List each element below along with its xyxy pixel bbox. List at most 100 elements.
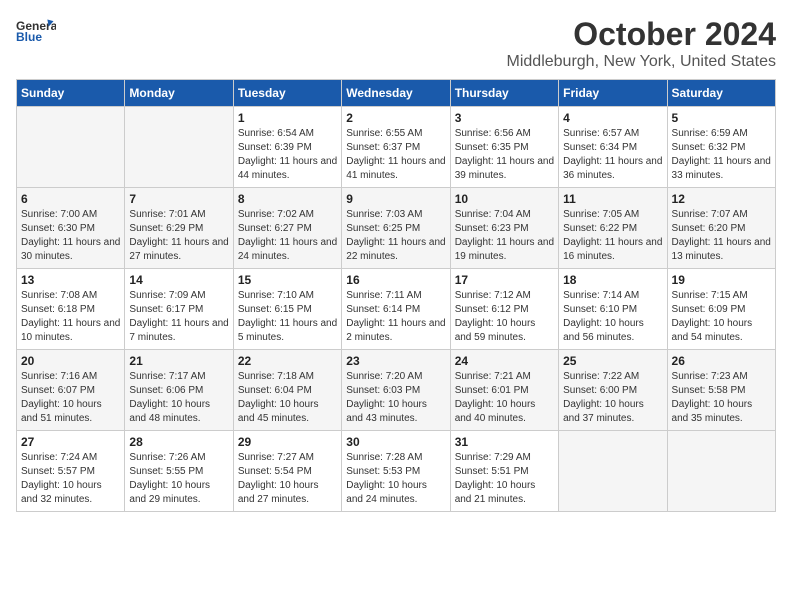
day-number: 6 (21, 192, 120, 206)
table-row (667, 431, 775, 512)
table-row: 18 Sunrise: 7:14 AM Sunset: 6:10 PM Dayli… (559, 269, 667, 350)
calendar-week-row: 6 Sunrise: 7:00 AM Sunset: 6:30 PM Daylig… (17, 188, 776, 269)
header-sunday: Sunday (17, 80, 125, 107)
table-row: 22 Sunrise: 7:18 AM Sunset: 6:04 PM Dayli… (233, 350, 341, 431)
logo-icon: General Blue (16, 16, 56, 46)
table-row: 4Sunrise: 6:57 AM Sunset: 6:34 PM Daylig… (559, 107, 667, 188)
day-info: Sunrise: 7:18 AM Sunset: 6:04 PM Dayligh… (238, 370, 337, 426)
table-row: 8 Sunrise: 7:02 AM Sunset: 6:27 PM Daylig… (233, 188, 341, 269)
day-info: Sunrise: 7:24 AM Sunset: 5:57 PM Dayligh… (21, 451, 120, 507)
weekday-header-row: Sunday Monday Tuesday Wednesday Thursday… (17, 80, 776, 107)
day-number: 21 (129, 354, 228, 368)
table-row: 23Sunrise: 7:20 AM Sunset: 6:03 PM Dayli… (342, 350, 450, 431)
day-info: Sunrise: 7:11 AM Sunset: 6:14 PM Dayligh… (346, 289, 445, 345)
day-info: Sunrise: 7:16 AM Sunset: 6:07 PM Dayligh… (21, 370, 120, 426)
day-number: 27 (21, 435, 120, 449)
table-row: 30 Sunrise: 7:28 AM Sunset: 5:53 PM Dayli… (342, 431, 450, 512)
day-number: 30 (346, 435, 445, 449)
day-info: Sunrise: 7:02 AM Sunset: 6:27 PM Dayligh… (238, 208, 337, 264)
day-number: 3 (455, 111, 554, 125)
day-number: 14 (129, 273, 228, 287)
day-number: 8 (238, 192, 337, 206)
day-info: Sunrise: 7:23 AM Sunset: 5:58 PM Dayligh… (672, 370, 771, 426)
table-row: 1 Sunrise: 6:54 AM Sunset: 6:39 PM Daylig… (233, 107, 341, 188)
header-monday: Monday (125, 80, 233, 107)
header-tuesday: Tuesday (233, 80, 341, 107)
day-number: 24 (455, 354, 554, 368)
table-row (125, 107, 233, 188)
day-number: 9 (346, 192, 445, 206)
day-info: Sunrise: 7:17 AM Sunset: 6:06 PM Dayligh… (129, 370, 228, 426)
day-number: 25 (563, 354, 662, 368)
calendar-location: Middleburgh, New York, United States (507, 53, 776, 71)
page-header: General Blue October 2024 Middleburgh, N… (16, 16, 776, 71)
day-info: Sunrise: 7:09 AM Sunset: 6:17 PM Dayligh… (129, 289, 228, 345)
day-number: 15 (238, 273, 337, 287)
calendar-title-area: October 2024 Middleburgh, New York, Unit… (507, 16, 776, 71)
day-number: 22 (238, 354, 337, 368)
logo: General Blue (16, 16, 56, 46)
day-info: Sunrise: 7:27 AM Sunset: 5:54 PM Dayligh… (238, 451, 337, 507)
day-info: Sunrise: 7:21 AM Sunset: 6:01 PM Dayligh… (455, 370, 554, 426)
day-info: Sunrise: 7:15 AM Sunset: 6:09 PM Dayligh… (672, 289, 771, 345)
table-row: 27 Sunrise: 7:24 AM Sunset: 5:57 PM Dayli… (17, 431, 125, 512)
day-info: Sunrise: 7:04 AM Sunset: 6:23 PM Dayligh… (455, 208, 554, 264)
table-row: 9 Sunrise: 7:03 AM Sunset: 6:25 PM Daylig… (342, 188, 450, 269)
calendar-week-row: 20 Sunrise: 7:16 AM Sunset: 6:07 PM Dayli… (17, 350, 776, 431)
day-number: 23 (346, 354, 445, 368)
table-row: 3 Sunrise: 6:56 AM Sunset: 6:35 PM Daylig… (450, 107, 558, 188)
table-row: 6 Sunrise: 7:00 AM Sunset: 6:30 PM Daylig… (17, 188, 125, 269)
header-wednesday: Wednesday (342, 80, 450, 107)
table-row: 5 Sunrise: 6:59 AM Sunset: 6:32 PM Daylig… (667, 107, 775, 188)
day-info: Sunrise: 7:14 AM Sunset: 6:10 PM Dayligh… (563, 289, 662, 345)
day-info: Sunrise: 7:00 AM Sunset: 6:30 PM Dayligh… (21, 208, 120, 264)
day-number: 20 (21, 354, 120, 368)
day-number: 1 (238, 111, 337, 125)
day-number: 29 (238, 435, 337, 449)
day-info: Sunrise: 7:12 AM Sunset: 6:12 PM Dayligh… (455, 289, 554, 345)
table-row: 26 Sunrise: 7:23 AM Sunset: 5:58 PM Dayli… (667, 350, 775, 431)
table-row (559, 431, 667, 512)
day-info: Sunrise: 6:56 AM Sunset: 6:35 PM Dayligh… (455, 127, 554, 183)
day-number: 18 (563, 273, 662, 287)
day-info: Sunrise: 7:01 AM Sunset: 6:29 PM Dayligh… (129, 208, 228, 264)
calendar-week-row: 27 Sunrise: 7:24 AM Sunset: 5:57 PM Dayli… (17, 431, 776, 512)
calendar-week-row: 13Sunrise: 7:08 AM Sunset: 6:18 PM Dayli… (17, 269, 776, 350)
day-info: Sunrise: 7:08 AM Sunset: 6:18 PM Dayligh… (21, 289, 120, 345)
day-info: Sunrise: 6:59 AM Sunset: 6:32 PM Dayligh… (672, 127, 771, 183)
day-number: 16 (346, 273, 445, 287)
day-number: 2 (346, 111, 445, 125)
day-info: Sunrise: 7:29 AM Sunset: 5:51 PM Dayligh… (455, 451, 554, 507)
day-number: 5 (672, 111, 771, 125)
svg-text:Blue: Blue (16, 30, 42, 44)
header-thursday: Thursday (450, 80, 558, 107)
day-info: Sunrise: 7:28 AM Sunset: 5:53 PM Dayligh… (346, 451, 445, 507)
table-row: 24 Sunrise: 7:21 AM Sunset: 6:01 PM Dayli… (450, 350, 558, 431)
day-number: 17 (455, 273, 554, 287)
day-info: Sunrise: 7:26 AM Sunset: 5:55 PM Dayligh… (129, 451, 228, 507)
day-number: 7 (129, 192, 228, 206)
table-row: 13Sunrise: 7:08 AM Sunset: 6:18 PM Dayli… (17, 269, 125, 350)
day-info: Sunrise: 6:54 AM Sunset: 6:39 PM Dayligh… (238, 127, 337, 183)
table-row (17, 107, 125, 188)
calendar-table: Sunday Monday Tuesday Wednesday Thursday… (16, 79, 776, 512)
day-info: Sunrise: 7:05 AM Sunset: 6:22 PM Dayligh… (563, 208, 662, 264)
table-row: 12Sunrise: 7:07 AM Sunset: 6:20 PM Dayli… (667, 188, 775, 269)
table-row: 29 Sunrise: 7:27 AM Sunset: 5:54 PM Dayli… (233, 431, 341, 512)
table-row: 16 Sunrise: 7:11 AM Sunset: 6:14 PM Dayli… (342, 269, 450, 350)
day-number: 26 (672, 354, 771, 368)
table-row: 28 Sunrise: 7:26 AM Sunset: 5:55 PM Dayli… (125, 431, 233, 512)
table-row: 17 Sunrise: 7:12 AM Sunset: 6:12 PM Dayli… (450, 269, 558, 350)
table-row: 2 Sunrise: 6:55 AM Sunset: 6:37 PM Daylig… (342, 107, 450, 188)
table-row: 15 Sunrise: 7:10 AM Sunset: 6:15 PM Dayli… (233, 269, 341, 350)
calendar-week-row: 1 Sunrise: 6:54 AM Sunset: 6:39 PM Daylig… (17, 107, 776, 188)
day-info: Sunrise: 7:10 AM Sunset: 6:15 PM Dayligh… (238, 289, 337, 345)
day-number: 28 (129, 435, 228, 449)
header-saturday: Saturday (667, 80, 775, 107)
day-number: 11 (563, 192, 662, 206)
day-info: Sunrise: 7:03 AM Sunset: 6:25 PM Dayligh… (346, 208, 445, 264)
table-row: 10Sunrise: 7:04 AM Sunset: 6:23 PM Dayli… (450, 188, 558, 269)
day-info: Sunrise: 6:55 AM Sunset: 6:37 PM Dayligh… (346, 127, 445, 183)
table-row: 20 Sunrise: 7:16 AM Sunset: 6:07 PM Dayli… (17, 350, 125, 431)
day-number: 19 (672, 273, 771, 287)
